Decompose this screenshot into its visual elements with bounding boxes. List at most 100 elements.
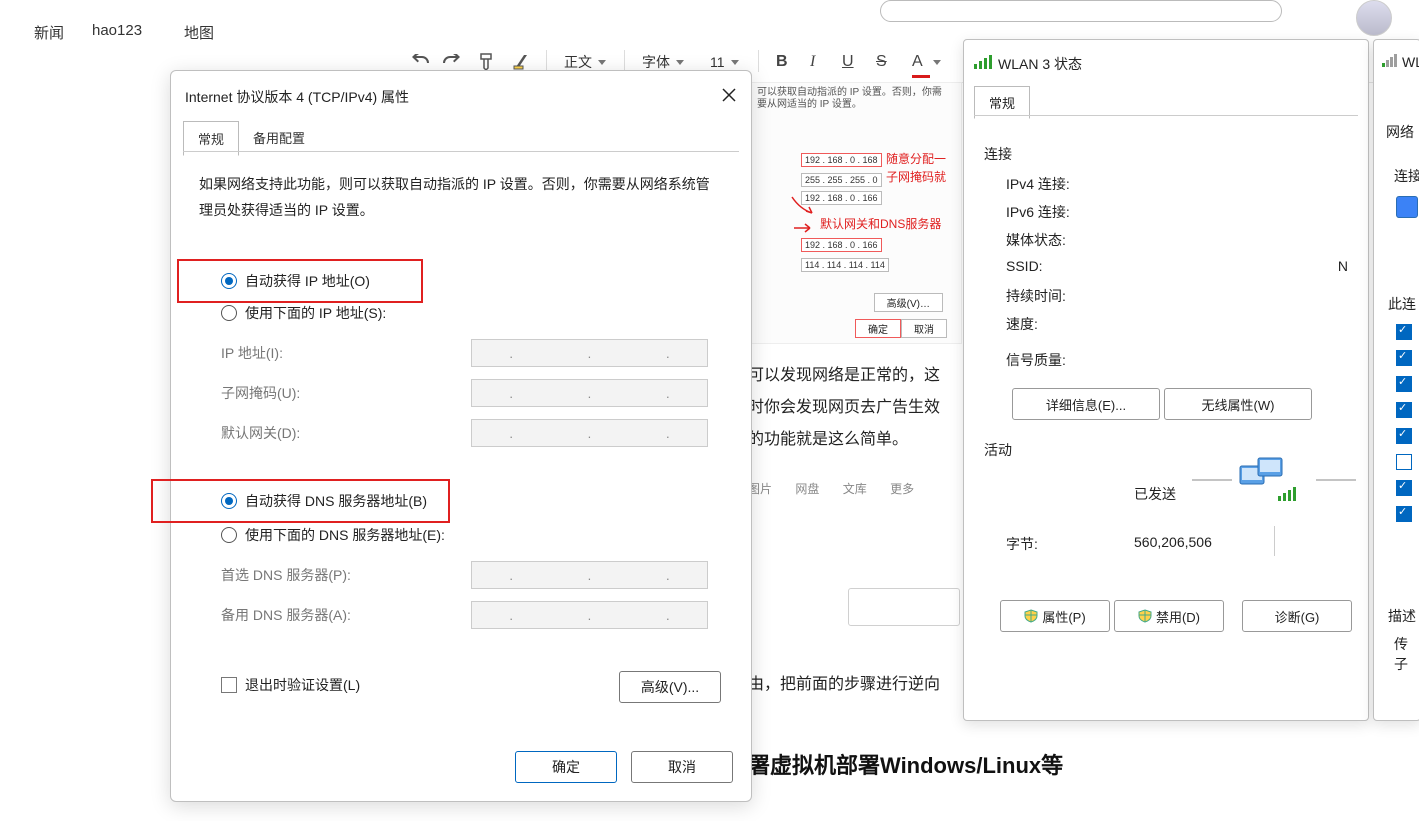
img-dns: 114 . 114 . 114 . 114 [801, 258, 889, 272]
nav-map[interactable]: 地图 [184, 22, 214, 43]
radio-dot-icon [221, 273, 237, 289]
cancel-button[interactable]: 取消 [631, 751, 733, 783]
separator [546, 50, 547, 72]
wifi-signal-icon [974, 54, 992, 73]
tag[interactable]: 更多 [890, 482, 914, 496]
article-line: 的功能就是这么简单。 [748, 424, 940, 456]
radio-dot-icon [221, 305, 237, 321]
checkbox-box-icon [221, 677, 237, 693]
row-media: 媒体状态: [1006, 230, 1066, 250]
advanced-button[interactable]: 高级(V)... [619, 671, 721, 703]
nav-hao123[interactable]: hao123 [92, 22, 142, 39]
checkbox[interactable] [1396, 454, 1412, 470]
radio-auto-dns[interactable]: 自动获得 DNS 服务器地址(B) [221, 491, 427, 511]
details-button[interactable]: 详细信息(E)... [1012, 388, 1160, 420]
disable-button[interactable]: 禁用(D) [1114, 600, 1224, 632]
bytes-sent-value: 560,206,506 [1134, 534, 1212, 550]
close-icon[interactable] [717, 83, 741, 107]
annot-gwdns: 默认网关和DNS服务器 [820, 215, 941, 232]
nav-news[interactable]: 新闻 [34, 22, 64, 43]
dlg3-section-network: 网络 [1386, 122, 1414, 142]
wlan-properties-dialog-partial: WL 网络 连接 此连 描述 传 子 [1373, 39, 1419, 721]
input-dns1: ... [471, 561, 708, 589]
article-subheading: 署虚拟机部署Windows/Linux等 [748, 748, 1063, 780]
activity-line [1316, 472, 1356, 487]
input-mask: ... [471, 379, 708, 407]
activity-line [1192, 472, 1232, 487]
strike-button[interactable]: S [876, 48, 887, 76]
article-line: 可以发现网络是正常的，这 [748, 360, 940, 392]
img-garble-text: 可以获取自动指派的 IP 设置。否则，你需要从网适当的 IP 设置。 [757, 87, 947, 111]
italic-button[interactable]: I [810, 48, 815, 76]
radio-label: 使用下面的 IP 地址(S): [245, 303, 386, 323]
label-sent: 已发送 [1134, 484, 1176, 504]
dialog-description: 如果网络支持此功能，则可以获取自动指派的 IP 设置。否则，你需要从网络系统管理… [199, 171, 711, 223]
diagnose-button[interactable]: 诊断(G) [1242, 600, 1352, 632]
empty-button[interactable] [848, 588, 960, 626]
checkbox[interactable] [1396, 428, 1412, 444]
wifi-props-button[interactable]: 无线属性(W) [1164, 388, 1312, 420]
font-family-label: 字体 [642, 52, 670, 72]
img-adv-btn: 高级(V)… [874, 293, 943, 312]
font-color-button[interactable]: A [912, 48, 941, 76]
radio-use-ip[interactable]: 使用下面的 IP 地址(S): [221, 303, 386, 323]
dialog-title: Internet 协议版本 4 (TCP/IPv4) 属性 [185, 87, 409, 107]
row-ipv6: IPv6 连接: [1006, 202, 1070, 222]
red-arrow-icon [792, 222, 816, 236]
row-ssid-value: N [1338, 258, 1348, 274]
avatar[interactable] [1356, 0, 1392, 36]
label-dns1: 首选 DNS 服务器(P): [221, 565, 351, 585]
search-pill[interactable] [880, 0, 1282, 22]
dlg3-line: 传 [1394, 634, 1408, 654]
separator [624, 50, 625, 72]
img-ip1: 192 . 168 . 0 . 168 [801, 153, 882, 167]
input-gateway: ... [471, 419, 708, 447]
checkbox[interactable] [1396, 376, 1412, 392]
checkbox[interactable] [1396, 480, 1412, 496]
section-connection: 连接 [984, 144, 1012, 164]
radio-use-dns[interactable]: 使用下面的 DNS 服务器地址(E): [221, 525, 445, 545]
radio-auto-ip[interactable]: 自动获得 IP 地址(O) [221, 271, 370, 291]
ipv4-properties-dialog: Internet 协议版本 4 (TCP/IPv4) 属性 常规 备用配置 如果… [170, 70, 752, 802]
annot-random: 随意分配一 [886, 150, 946, 167]
radio-dot-icon [221, 527, 237, 543]
dlg3-title: WL [1402, 54, 1419, 70]
wlan-status-dialog: WLAN 3 状态 常规 连接 IPv4 连接: IPv6 连接: 媒体状态: … [963, 39, 1369, 721]
img-ok-btn: 确定 [855, 319, 901, 338]
radio-label: 自动获得 IP 地址(O) [245, 271, 370, 291]
input-ip: ... [471, 339, 708, 367]
row-duration: 持续时间: [1006, 286, 1066, 306]
wlan-title: WLAN 3 状态 [998, 54, 1082, 74]
row-signal: 信号质量: [1006, 350, 1066, 370]
bold-button[interactable]: B [776, 48, 788, 76]
checkbox[interactable] [1396, 324, 1412, 340]
article-line: 时你会发现网页去广告生效 [748, 392, 940, 424]
tab-underline [183, 151, 739, 152]
button-label: 禁用(D) [1156, 607, 1200, 626]
dlg3-connect: 连接 [1394, 166, 1419, 186]
checkbox[interactable] [1396, 506, 1412, 522]
wifi-signal-icon [1382, 54, 1398, 71]
font-size-label: 11 [710, 54, 725, 70]
checkbox[interactable] [1396, 350, 1412, 366]
label-bytes: 字节: [1006, 534, 1038, 554]
checkbox[interactable] [1396, 402, 1412, 418]
network-icon [1396, 196, 1418, 218]
tag[interactable]: 网盘 [795, 482, 819, 496]
checkbox-validate[interactable]: 退出时验证设置(L) [221, 675, 360, 695]
radio-dot-icon [221, 493, 237, 509]
label-gateway: 默认网关(D): [221, 423, 300, 443]
img-ip3: 192 . 168 . 0 . 166 [801, 238, 882, 252]
underline-button[interactable]: U [842, 48, 854, 76]
properties-button[interactable]: 属性(P) [1000, 600, 1110, 632]
dlg3-line: 子 [1394, 654, 1408, 674]
button-label: 属性(P) [1042, 607, 1085, 626]
ok-button[interactable]: 确定 [515, 751, 617, 783]
tag[interactable]: 文库 [843, 482, 867, 496]
radio-label: 自动获得 DNS 服务器地址(B) [245, 491, 427, 511]
article-image: 可以获取自动指派的 IP 设置。否则，你需要从网适当的 IP 设置。 192 .… [750, 82, 962, 344]
label-mask: 子网掩码(U): [221, 383, 300, 403]
label-dns2: 备用 DNS 服务器(A): [221, 605, 351, 625]
dlg3-thisconn: 此连 [1388, 294, 1416, 314]
input-dns2: ... [471, 601, 708, 629]
